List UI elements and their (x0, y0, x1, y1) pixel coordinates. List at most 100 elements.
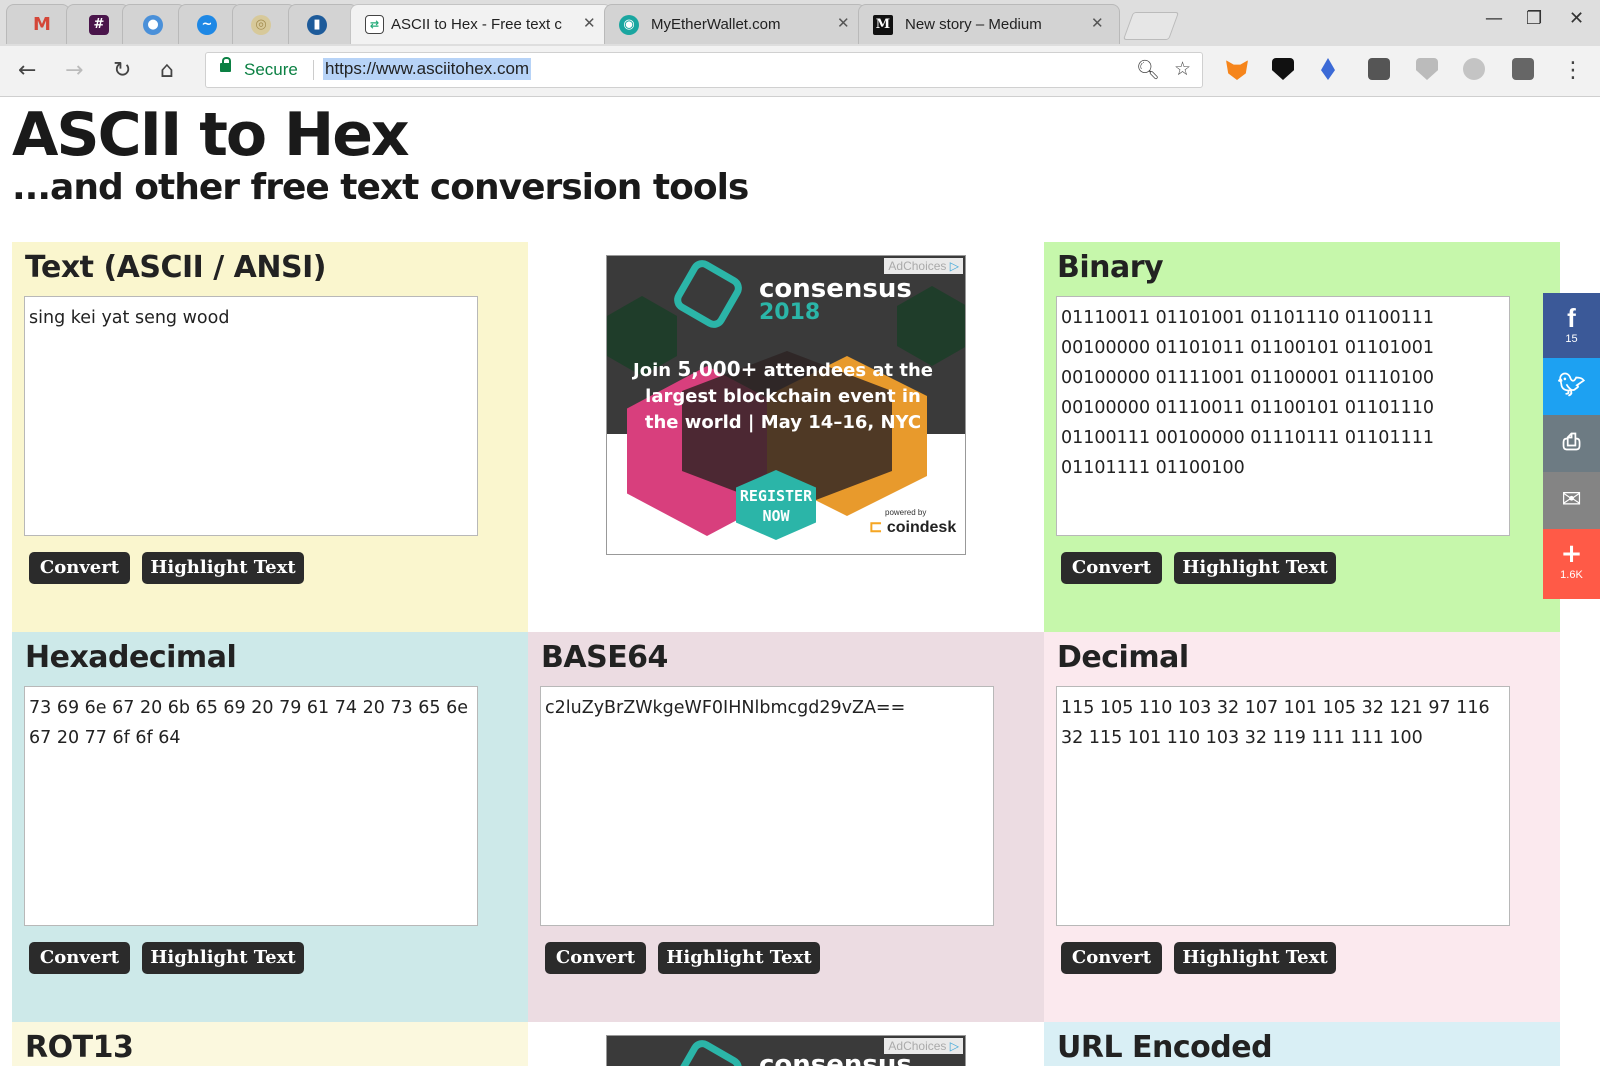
tab-title: New story – Medium (905, 16, 1042, 33)
email-icon: ✉ (1561, 485, 1582, 513)
tab-title: MyEtherWallet.com (651, 16, 781, 33)
text-panel: Text (ASCII / ANSI) sing kei yat seng wo… (12, 242, 528, 632)
decimal-input[interactable]: 115 105 110 103 32 107 101 105 32 121 97… (1056, 686, 1510, 926)
tab-chart[interactable]: ▮ (288, 4, 358, 44)
asciitohex-favicon: ⇄ (365, 15, 384, 34)
ad-text-bold: 5,000+ (677, 357, 758, 381)
restore-icon[interactable]: ❐ (1526, 8, 1542, 29)
shield-extension-icon[interactable] (1272, 58, 1294, 80)
ad-banner[interactable]: consensus 2018 Join 5,000+ attendees at … (606, 255, 966, 555)
highlight-text-button[interactable]: Highlight Text (142, 942, 304, 974)
tab-myetherwallet[interactable]: ◉ MyEtherWallet.com ✕ (604, 4, 866, 44)
tab-asciitohex[interactable]: ⇄ ASCII to Hex - Free text c ✕ (350, 4, 612, 44)
tab-coin[interactable]: ◎ (232, 4, 296, 44)
zoom-icon[interactable]: 🔍︎ (1136, 58, 1160, 81)
adchoices-label[interactable]: AdChoices ▷ (884, 1038, 963, 1054)
window-close-icon[interactable]: ✕ (1569, 8, 1584, 29)
highlight-text-button[interactable]: Highlight Text (1174, 942, 1336, 974)
panel-title: ROT13 (25, 1030, 134, 1065)
convert-button[interactable]: Convert (29, 552, 130, 584)
home-icon[interactable]: ⌂ (160, 58, 174, 83)
hex-panel: Hexadecimal 73 69 6e 67 20 6b 65 69 20 7… (12, 632, 528, 1022)
rot13-panel: ROT13 (12, 1022, 528, 1066)
convert-button[interactable]: Convert (1061, 552, 1162, 584)
panel-title: Text (ASCII / ANSI) (25, 250, 327, 285)
panel-title: Hexadecimal (25, 640, 237, 675)
tab-slack[interactable]: # (66, 4, 130, 44)
hex-input[interactable]: 73 69 6e 67 20 6b 65 69 20 79 61 74 20 7… (24, 686, 478, 926)
close-icon[interactable]: ✕ (583, 14, 596, 32)
convert-button[interactable]: Convert (545, 942, 646, 974)
bookmark-star-icon[interactable]: ☆ (1174, 58, 1191, 80)
myetherwallet-favicon: ◉ (619, 15, 639, 35)
lock-icon (220, 57, 231, 72)
tab-title: ASCII to Hex - Free text c (391, 16, 562, 33)
gmail-icon: M (33, 14, 51, 35)
chat-extension-icon[interactable] (1512, 58, 1534, 80)
keep-extension-icon[interactable] (1368, 58, 1390, 80)
adchoices-text: AdChoices (888, 1039, 947, 1053)
cta-line: NOW (762, 507, 790, 525)
url-encoded-panel: URL Encoded (1044, 1022, 1560, 1066)
share-count: 15 (1565, 333, 1578, 345)
tab-medium[interactable]: M New story – Medium ✕ (858, 4, 1120, 44)
text-input[interactable]: sing kei yat seng wood (24, 296, 478, 536)
ad-text: Join 5,000+ attendees at the largest blo… (627, 356, 939, 436)
back-icon[interactable]: ← (18, 58, 36, 83)
slack-icon: # (89, 15, 109, 35)
page-title: ASCII to Hex (12, 100, 410, 170)
plus-icon: + (1560, 539, 1583, 569)
decimal-panel: Decimal 115 105 110 103 32 107 101 105 3… (1044, 632, 1560, 1022)
binary-input[interactable]: 01110011 01101001 01101110 01100111 0010… (1056, 296, 1510, 536)
page-subtitle: ...and other free text conversion tools (12, 167, 749, 208)
consensus-logo-icon (669, 1036, 747, 1066)
medium-favicon: M (873, 15, 893, 35)
ad-powered-by: powered by (885, 508, 927, 517)
facebook-share-button[interactable]: f 15 (1543, 293, 1600, 358)
minimize-icon[interactable]: — (1485, 8, 1503, 29)
email-share-button[interactable]: ✉ (1543, 472, 1600, 529)
panel-title: Decimal (1057, 640, 1189, 675)
twitter-share-button[interactable]: 🐦︎ (1543, 358, 1600, 415)
globe-extension-icon[interactable] (1463, 58, 1485, 80)
menu-icon[interactable]: ⋮ (1562, 58, 1584, 83)
cta-line: REGISTER (739, 487, 813, 505)
tab-chat[interactable]: ● (122, 4, 186, 44)
new-tab-button[interactable] (1122, 12, 1180, 40)
highlight-text-button[interactable]: Highlight Text (1174, 552, 1336, 584)
ad-sponsor-name: coindesk (886, 519, 957, 536)
reload-icon[interactable]: ↻ (113, 58, 131, 83)
adchoices-text: AdChoices (888, 259, 947, 273)
adchoices-icon: ▷ (949, 1039, 959, 1053)
facebook-icon: f (1567, 303, 1576, 333)
more-share-button[interactable]: + 1.6K (1543, 529, 1600, 599)
chart-icon: ▮ (307, 15, 327, 35)
highlight-text-button[interactable]: Highlight Text (658, 942, 820, 974)
base64-input[interactable]: c2luZyBrZWkgeWF0IHNlbmcgd29vZA== (540, 686, 994, 926)
forward-icon[interactable]: → (65, 58, 83, 83)
secure-label: Secure (244, 60, 298, 79)
print-icon: ⎙ (1562, 430, 1581, 455)
tab-gmail[interactable]: M (6, 4, 70, 44)
privacy-extension-icon[interactable] (1416, 58, 1438, 80)
metamask-extension-icon[interactable] (1226, 60, 1248, 80)
ad-year: 2018 (759, 300, 821, 325)
ethereum-extension-icon[interactable] (1321, 58, 1335, 80)
close-icon[interactable]: ✕ (837, 14, 850, 32)
coin-icon: ◎ (251, 15, 271, 35)
address-bar[interactable]: Secure https://www.asciitohex.com 🔍︎ ☆ (205, 52, 1203, 88)
binary-panel: Binary 01110011 01101001 01101110 011001… (1044, 242, 1560, 632)
browser-toolbar: ← → ↻ ⌂ Secure https://www.asciitohex.co… (0, 46, 1600, 97)
adchoices-label[interactable]: AdChoices ▷ (884, 258, 963, 274)
convert-button[interactable]: Convert (1061, 942, 1162, 974)
browser-tab-strip: M # ● ~ ◎ ▮ ⇄ ASCII to Hex - Free text c… (0, 0, 1600, 46)
coindesk-icon: ⊏ (869, 519, 887, 536)
url-text[interactable]: https://www.asciitohex.com (323, 58, 532, 80)
convert-button[interactable]: Convert (29, 942, 130, 974)
ad-banner[interactable]: consensus AdChoices ▷ (606, 1035, 966, 1066)
ad-text-part: Join (633, 360, 678, 381)
close-icon[interactable]: ✕ (1091, 14, 1104, 32)
base64-panel: BASE64 c2luZyBrZWkgeWF0IHNlbmcgd29vZA== … (528, 632, 1044, 1022)
print-share-button[interactable]: ⎙ (1543, 415, 1600, 472)
highlight-text-button[interactable]: Highlight Text (142, 552, 304, 584)
